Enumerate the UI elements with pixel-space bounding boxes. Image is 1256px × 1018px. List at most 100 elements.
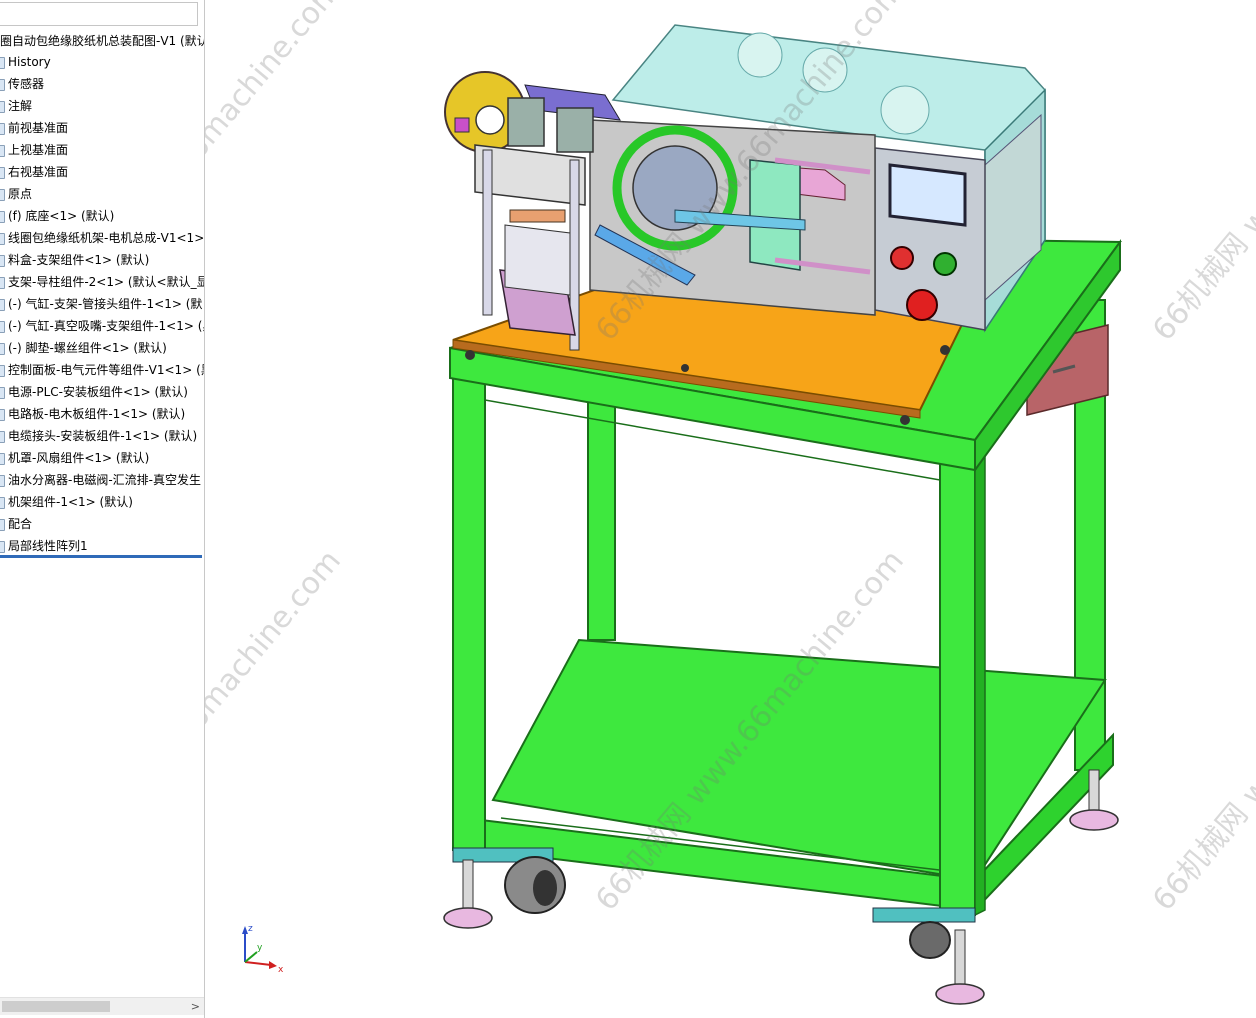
component-icon [0,387,5,399]
z-axis-label: z [248,924,253,934]
scroll-right-arrow-icon[interactable]: > [191,998,200,1015]
tree-item-label: 注解 [8,99,33,113]
copper-block [509,209,566,223]
tree-item[interactable]: 油水分离器-电磁阀-汇流排-真空发生 [0,469,204,491]
component-icon [0,255,5,267]
tape-reel-hub [475,105,505,135]
x-axis-label: x [278,965,284,974]
tree-item-label: (-) 脚垫-螺丝组件<1> (默认) [8,341,167,355]
tree-item-label: (-) 气缸-支架-管接头组件-1<1> (默 [8,297,203,311]
foot-screw [1088,769,1100,815]
component-icon [0,299,5,311]
tree-item[interactable]: (-) 气缸-支架-管接头组件-1<1> (默 [0,293,204,315]
component-icon [0,277,5,289]
tree-item[interactable]: (-) 气缸-真空吸嘴-支架组件-1<1> (黑 [0,315,204,337]
tree-item[interactable]: 机架组件-1<1> (默认) [0,491,204,513]
component-icon [0,497,5,509]
component-icon [0,475,5,487]
component-icon [0,519,5,531]
tree-item[interactable]: 电源-PLC-安装板组件<1> (默认) [0,381,204,403]
tree-item[interactable]: 电缆接头-安装板组件-1<1> (默认) [0,425,204,447]
graphics-viewport[interactable]: 66机械网 www.66machine.com 66机械网 www.66mach… [205,0,1256,1018]
caster-bracket [872,907,976,923]
scrollbar-thumb[interactable] [2,1001,110,1012]
plate-bolt [940,345,950,355]
start-button [890,246,914,270]
tree-item-label: 前视基准面 [8,121,69,135]
reel-cap [454,117,470,133]
hmi-screen [888,163,967,227]
frame-leg-front-right [939,439,976,916]
x-axis-icon [244,961,272,966]
tree-item[interactable]: (f) 底座<1> (默认) [0,205,204,227]
tree-item-label: 配合 [8,517,33,531]
tree-item[interactable]: History [0,51,204,73]
tree-item[interactable]: (-) 脚垫-螺丝组件<1> (默认) [0,337,204,359]
tree-item-label: 机罩-风扇组件<1> (默认) [8,451,150,465]
tree-item-label: 上视基准面 [8,143,69,157]
view-orientation-triad[interactable]: z x y [237,922,285,974]
tree-item[interactable]: 上视基准面 [0,139,204,161]
tree-filter-input[interactable] [0,2,198,26]
tree-item[interactable]: 料盒-支架组件<1> (默认) [0,249,204,271]
tree-item[interactable]: 支架-导柱组件-2<1> (默认<默认_显 [0,271,204,293]
tree-item-label: 原点 [8,187,33,201]
component-icon [0,145,5,157]
tree-item[interactable]: 电路板-电木板组件-1<1> (默认) [0,403,204,425]
foot-screw [954,929,966,985]
tree-item[interactable]: 线圈包绝缘纸机架-电机总成-V1<1> [0,227,204,249]
component-icon [0,453,5,465]
tree-item-label: 支架-导柱组件-2<1> (默认<默认_显 [8,275,204,289]
tree-item-label: 电缆接头-安装板组件-1<1> (默认) [8,429,198,443]
tree-item-label: 右视基准面 [8,165,69,179]
component-icon [0,79,5,91]
tree-root-assembly[interactable]: 圈自动包绝缘胶纸机总装配图-V1 (默认 [0,31,204,51]
tree-item[interactable]: 前视基准面 [0,117,204,139]
tree-item[interactable]: 机罩-风扇组件<1> (默认) [0,447,204,469]
component-icon [0,167,5,179]
tree-item-label: 局部线性阵列1 [8,539,88,553]
tree-horizontal-scrollbar[interactable]: > [0,997,204,1015]
tree-item-label: 电源-PLC-安装板组件<1> (默认) [8,385,188,399]
tree-item-label: History [8,55,51,69]
tree-item-label: 电路板-电木板组件-1<1> (默认) [8,407,186,421]
tree-item[interactable]: 控制面板-电气元件等组件-V1<1> (黑 [0,359,204,381]
tree-item[interactable]: 注解 [0,95,204,117]
emergency-stop-button [906,289,938,321]
tree-item[interactable]: 右视基准面 [0,161,204,183]
stop-button [933,252,957,276]
component-icon [0,189,5,201]
assembly-model[interactable] [205,0,1256,1018]
caster-wheel-rim [533,870,557,906]
frame-leg-right-side [974,430,986,917]
feeder-frame [504,224,571,296]
fan-roller [802,47,848,93]
fan-roller [737,32,783,78]
foot-screw [462,859,474,909]
tree-item-label: 料盒-支架组件<1> (默认) [8,253,150,267]
component-icon [0,57,5,69]
leveling-foot [443,907,493,929]
guide-post [482,149,493,316]
tree-item-label: 线圈包绝缘纸机架-电机总成-V1<1> [8,231,204,245]
tree-item-label: 机架组件-1<1> (默认) [8,495,133,509]
tree-item[interactable]: 传感器 [0,73,204,95]
component-icon [0,365,5,377]
tree-item-label: 控制面板-电气元件等组件-V1<1> (黑 [8,363,204,377]
x-arrow-icon [269,961,277,969]
tree-item[interactable]: 配合 [0,513,204,535]
component-icon [0,211,5,223]
frame-leg-front-left [452,359,486,851]
leveling-foot [1069,809,1119,831]
tree-item[interactable]: 局部线性阵列1 [0,535,204,557]
component-icon [0,101,5,113]
plate-bolt [681,364,689,372]
tree-item[interactable]: 原点 [0,183,204,205]
y-axis-label: y [257,943,263,953]
rollback-bar[interactable] [0,555,202,558]
tree-item-label: 油水分离器-电磁阀-汇流排-真空发生 [8,473,201,487]
fan-roller [880,85,930,135]
tree-item-label: (f) 底座<1> (默认) [8,209,115,223]
y-axis-icon [244,951,258,963]
tree-item-label: (-) 气缸-真空吸嘴-支架组件-1<1> (黑 [8,319,204,333]
